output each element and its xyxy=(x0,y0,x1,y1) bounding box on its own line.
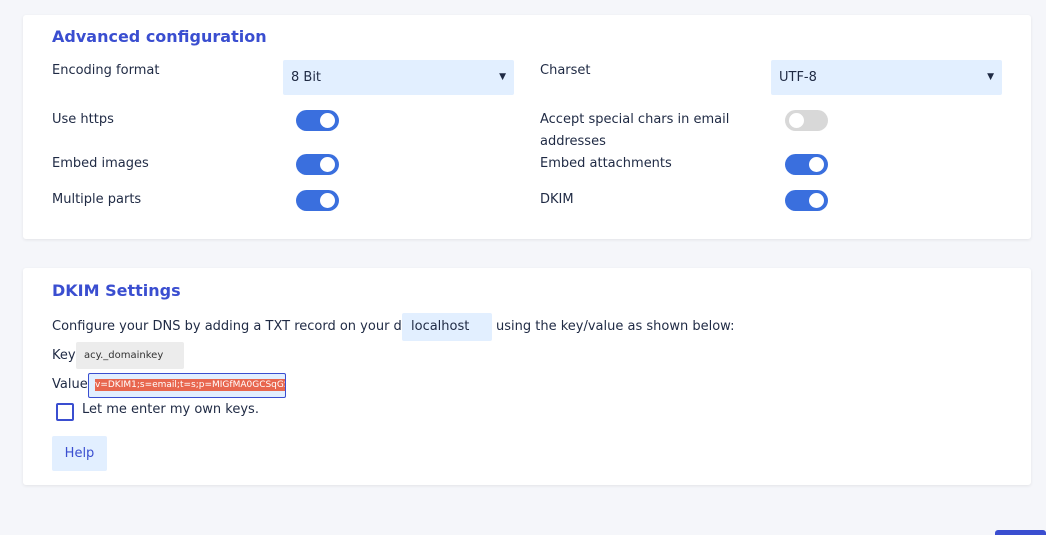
multiple-parts-toggle[interactable] xyxy=(296,190,339,211)
toggle-knob xyxy=(320,113,335,128)
embed-attachments-label: Embed attachments xyxy=(540,156,672,171)
toggle-knob xyxy=(809,157,824,172)
dkim-settings-title: DKIM Settings xyxy=(52,281,181,300)
charset-value: UTF-8 xyxy=(779,70,817,85)
charset-label: Charset xyxy=(540,63,591,78)
accept-special-chars-toggle[interactable] xyxy=(785,110,828,131)
own-keys-label: Let me enter my own keys. xyxy=(82,402,259,417)
advanced-configuration-card: Advanced configuration Encoding format 8… xyxy=(23,15,1031,239)
value-field[interactable]: v=DKIM1;s=email;t=s;p=MIGfMA0GCSqGS xyxy=(88,373,286,398)
key-label: Key xyxy=(52,348,76,363)
configure-dns-text: Configure your DNS by adding a TXT recor… xyxy=(52,319,443,334)
charset-select[interactable]: UTF-8 ▼ xyxy=(771,60,1002,95)
caret-down-icon: ▼ xyxy=(499,72,506,82)
embed-images-toggle[interactable] xyxy=(296,154,339,175)
value-field-text: v=DKIM1;s=email;t=s;p=MIGfMA0GCSqGS xyxy=(95,379,285,391)
toggle-knob xyxy=(320,193,335,208)
accept-special-chars-label-line2: addresses xyxy=(540,134,606,149)
dkim-settings-card: DKIM Settings Configure your DNS by addi… xyxy=(23,268,1031,485)
accept-special-chars-label: Accept special chars in email addresses xyxy=(540,109,729,153)
configure-dns-suffix: using the key/value as shown below: xyxy=(496,319,735,334)
toggle-knob xyxy=(320,157,335,172)
dkim-label: DKIM xyxy=(540,192,574,207)
toggle-knob xyxy=(809,193,824,208)
domain-field: localhost xyxy=(402,313,492,341)
encoding-format-select[interactable]: 8 Bit ▼ xyxy=(283,60,514,95)
dkim-toggle[interactable] xyxy=(785,190,828,211)
embed-images-label: Embed images xyxy=(52,156,149,171)
value-label: Value xyxy=(52,377,88,392)
bottom-action-button[interactable] xyxy=(995,530,1046,535)
encoding-format-value: 8 Bit xyxy=(291,70,322,85)
own-keys-checkbox[interactable] xyxy=(56,403,74,421)
multiple-parts-label: Multiple parts xyxy=(52,192,142,207)
help-button[interactable]: Help xyxy=(52,436,107,471)
toggle-knob xyxy=(789,113,804,128)
use-https-toggle[interactable] xyxy=(296,110,339,131)
embed-attachments-toggle[interactable] xyxy=(785,154,828,175)
key-field[interactable]: acy._domainkey xyxy=(76,342,184,369)
caret-down-icon: ▼ xyxy=(987,72,994,82)
accept-special-chars-label-line1: Accept special chars in email xyxy=(540,112,730,127)
encoding-format-label: Encoding format xyxy=(52,63,160,78)
use-https-label: Use https xyxy=(52,112,114,127)
advanced-configuration-title: Advanced configuration xyxy=(52,27,267,46)
